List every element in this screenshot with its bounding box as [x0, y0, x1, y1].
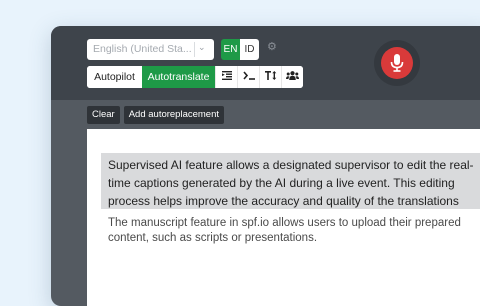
mic-button-inner: [381, 47, 413, 79]
manuscript-text[interactable]: The manuscript feature in spf.io allows …: [108, 216, 478, 246]
language-toggle: EN ID: [221, 39, 259, 60]
microphone-icon: [390, 54, 404, 72]
lang-id-button[interactable]: ID: [240, 39, 259, 60]
terminal-icon[interactable]: [237, 66, 259, 88]
mode-buttons: Autopilot Autotranslate: [87, 66, 303, 88]
clear-button[interactable]: Clear: [87, 106, 120, 124]
autotranslate-button[interactable]: Autotranslate: [142, 66, 215, 88]
mic-button[interactable]: [374, 40, 420, 86]
select-divider: [194, 42, 195, 57]
language-select-value: English (United Sta...: [93, 43, 192, 55]
autopilot-button[interactable]: Autopilot: [87, 66, 142, 88]
gear-icon[interactable]: ⚙: [267, 40, 277, 53]
add-autoreplacement-button[interactable]: Add autoreplacement: [123, 106, 225, 124]
captioning-app-window: English (United Sta... ⌄ EN ID ⚙ Autopil…: [51, 26, 480, 306]
live-caption-text[interactable]: Supervised AI feature allows a designate…: [108, 156, 480, 210]
caption-editor[interactable]: Supervised AI feature allows a designate…: [87, 129, 480, 306]
users-icon[interactable]: [281, 66, 303, 88]
toolbar: English (United Sta... ⌄ EN ID ⚙ Autopil…: [51, 26, 480, 100]
language-select[interactable]: English (United Sta... ⌄: [87, 39, 214, 60]
text-size-icon[interactable]: [259, 66, 281, 88]
caption-actions: Clear Add autoreplacement: [87, 106, 225, 124]
lang-en-button[interactable]: EN: [221, 39, 240, 60]
indent-icon[interactable]: [215, 66, 237, 88]
chevron-down-icon: ⌄: [198, 42, 206, 52]
